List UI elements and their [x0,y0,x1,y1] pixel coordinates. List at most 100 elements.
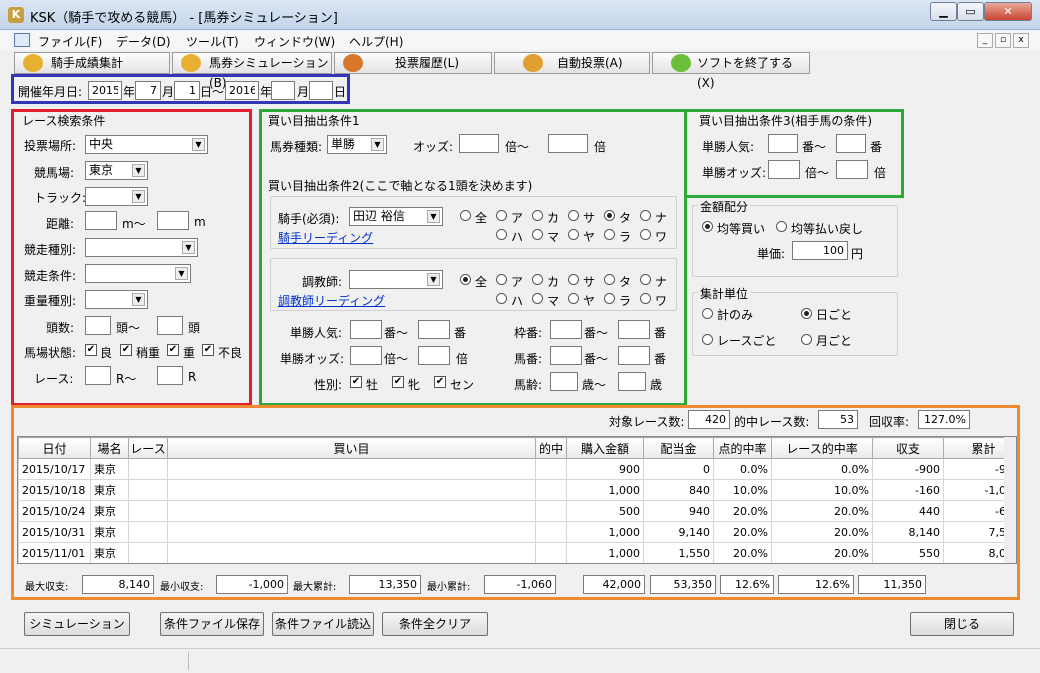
clear-conditions-button[interactable]: 条件全クリア [382,612,488,636]
minimize-button[interactable]: ▁ [930,2,957,21]
document-icon [14,33,30,47]
menu-file[interactable]: ファイル(F) [38,33,102,50]
race-from-input[interactable] [85,366,111,385]
mdi-close-button[interactable]: x [1013,33,1029,48]
column-header[interactable]: 的中 [535,437,567,459]
to-day-input[interactable] [309,81,333,100]
tb-simulation[interactable]: 馬券シミュレーション(B) [172,52,332,90]
hit-races-value [818,410,858,429]
frame-to-input[interactable] [618,320,650,339]
column-header[interactable]: 日付 [18,437,91,459]
column-header[interactable]: レース的中率 [771,437,873,459]
odds-from-input[interactable] [459,134,499,153]
maximize-button[interactable]: ▭ [957,2,984,21]
menu-tools[interactable]: ツール(T) [186,33,239,50]
table-row[interactable]: 2015/10/24東京50094020.0%20.0%440-620 [18,500,1016,522]
ticket-type-select[interactable]: 単勝 ▼ [327,135,387,154]
trainer-select[interactable]: ▼ [349,270,443,289]
tb-exit[interactable]: ソフトを終了する(X) [652,52,810,90]
column-header[interactable]: レース [128,437,168,459]
weight-select[interactable]: ▼ [85,290,148,309]
c3-odds-to-input[interactable] [836,160,868,179]
c2-odds-to-input[interactable] [418,346,450,365]
results-grid[interactable]: 日付 場名 レース 買い目 的中 購入金額 配当金 点的中率 レース的中率 収支 累計 2015/1… [17,436,1017,564]
table-cell: 0 [643,458,714,480]
column-header[interactable]: 買い目 [167,437,536,459]
equal-payout-radio[interactable] [776,221,787,232]
from-year-input[interactable] [88,81,122,100]
state-slight-check[interactable]: ✔ [120,344,132,356]
track-select[interactable]: 東京 ▼ [85,161,148,180]
trainer-leading-link[interactable]: 調教師リーディング [278,292,385,309]
table-row[interactable]: 2015/10/17東京90000.0%0.0%-900-900 [18,458,1016,480]
total-only-radio[interactable] [702,308,713,319]
venue-select[interactable]: 中央 ▼ [85,135,208,154]
c3-odds-from-input[interactable] [768,160,800,179]
table-cell: 20.0% [771,500,873,522]
mdi-restore-button[interactable]: ▫ [995,33,1011,48]
grid-scrollbar[interactable] [1004,437,1016,563]
menu-data[interactable]: データ(D) [116,33,171,50]
to-month-input[interactable] [271,81,295,100]
horse-from-input[interactable] [550,346,582,365]
column-header[interactable]: 場名 [90,437,129,459]
tb-history[interactable]: 投票履歴(L) [334,52,492,74]
column-header[interactable]: 収支 [872,437,944,459]
frame-from-input[interactable] [550,320,582,339]
tb-auto-vote[interactable]: 自動投票(A) [494,52,650,74]
per-race-radio[interactable] [702,334,713,345]
to-year-input[interactable] [225,81,259,100]
race-kind-select[interactable]: ▼ [85,238,198,257]
unit-price-input[interactable] [792,241,848,260]
odds-to-input[interactable] [548,134,588,153]
c2-pop-to-input[interactable] [418,320,450,339]
distance-from-input[interactable] [85,211,117,230]
state-heavy-check[interactable]: ✔ [167,344,179,356]
tb-jockey-stats[interactable]: 騎手成績集計 [14,52,170,74]
distance-to-input[interactable] [157,211,189,230]
age-from-input[interactable] [550,372,578,391]
simulate-button[interactable]: シミュレーション [24,612,130,636]
equal-buy-radio[interactable] [702,221,713,232]
per-day-radio[interactable] [801,308,812,319]
load-conditions-button[interactable]: 条件ファイル読込 [272,612,374,636]
heads-from-input[interactable] [85,316,111,335]
table-cell: 2015/10/24 [18,500,91,522]
from-day-input[interactable] [174,81,200,100]
fox-icon [343,54,363,72]
jockey-leading-link[interactable]: 騎手リーディング [278,229,373,246]
column-header[interactable]: 購入金額 [566,437,644,459]
close-button[interactable]: 閉じる [910,612,1014,636]
close-window-button[interactable]: ✕ [984,2,1032,21]
age-to-input[interactable] [618,372,646,391]
surface-select[interactable]: ▼ [85,187,148,206]
c2-odds-from-input[interactable] [350,346,382,365]
heads-to-input[interactable] [157,316,183,335]
table-cell: 東京 [90,479,129,501]
per-month-radio[interactable] [801,334,812,345]
sex-male-check[interactable]: ✔ [350,376,362,388]
from-month-input[interactable] [135,81,161,100]
save-conditions-button[interactable]: 条件ファイル保存 [160,612,264,636]
menu-window[interactable]: ウィンドウ(W) [254,33,335,50]
column-header[interactable]: 配当金 [643,437,714,459]
race-condition-select[interactable]: ▼ [85,264,191,283]
table-row[interactable]: 2015/10/31 東京 1,000 9,140 20.0% 20.0% 8,140 7,5… [18,521,1016,543]
c2-pop-from-input[interactable] [350,320,382,339]
sex-female-check[interactable]: ✔ [392,376,404,388]
sex-gelding-check[interactable]: ✔ [434,376,446,388]
table-row[interactable]: 2015/11/01 東京 1,000 1,550 20.0% 20.0% 550 8,070 [18,542,1016,563]
table-row[interactable]: 2015/10/18 東京 1,000 840 10.0% 10.0% -160 -1,060 [18,479,1016,501]
horse-to-input[interactable] [618,346,650,365]
state-bad-check[interactable]: ✔ [202,344,214,356]
jockey-select[interactable]: 田辺 裕信 ▼ [349,207,443,226]
c3-pop-from-input[interactable] [768,134,798,153]
race-to-input[interactable] [157,366,183,385]
table-cell: 2015/10/18 [18,479,91,501]
column-header[interactable]: 点的中率 [713,437,772,459]
state-good-check[interactable]: ✔ [85,344,97,356]
cat-icon [23,54,43,72]
mdi-minimize-button[interactable]: _ [977,33,993,48]
c3-pop-to-input[interactable] [836,134,866,153]
menu-help[interactable]: ヘルプ(H) [349,33,403,50]
